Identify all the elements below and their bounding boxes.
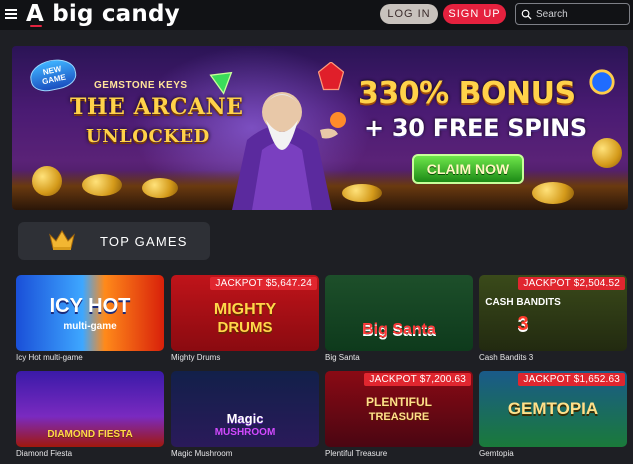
- game-thumbnail[interactable]: Magic MUSHROOM: [171, 371, 319, 447]
- jackpot-badge: JACKPOT $2,504.52: [518, 277, 625, 290]
- claim-now-button[interactable]: CLAIM NOW: [412, 154, 524, 184]
- game-title[interactable]: Plentiful Treasure: [325, 449, 473, 458]
- jackpot-badge: JACKPOT $7,200.63: [364, 373, 471, 386]
- game-title-line2: UNLOCKED: [86, 126, 210, 147]
- game-title[interactable]: Diamond Fiesta: [16, 449, 164, 458]
- blue-gem-icon: [589, 69, 615, 95]
- game-card-diamond-fiesta[interactable]: DIAMOND FIESTA Diamond Fiesta: [16, 371, 164, 458]
- game-card-icy-hot[interactable]: ICY HOT multi-game Icy Hot multi-game: [16, 275, 164, 362]
- game-title[interactable]: Big Santa: [325, 353, 473, 362]
- login-button[interactable]: LOG IN: [380, 4, 438, 24]
- top-header: A big candy LOG IN SIGN UP: [0, 0, 633, 30]
- top-games-label: TOP GAMES: [100, 234, 188, 249]
- site-logo[interactable]: A big candy: [26, 1, 180, 27]
- free-spins-offer: + 30 FREE SPINS: [364, 114, 587, 142]
- jackpot-badge: JACKPOT $5,647.24: [210, 277, 317, 290]
- game-thumbnail[interactable]: JACKPOT $5,647.24 MIGHTY DRUMS: [171, 275, 319, 351]
- game-title[interactable]: Magic Mushroom: [171, 449, 319, 458]
- search-box[interactable]: [515, 3, 630, 25]
- logo-accent: [30, 25, 42, 27]
- bonus-offer: 330% BONUS: [358, 76, 576, 111]
- game-title[interactable]: Gemtopia: [479, 449, 627, 458]
- promo-banner[interactable]: NEW GAME GEMSTONE KEYS THE ARCANE UNLOCK…: [12, 46, 628, 210]
- new-game-badge: NEW GAME: [27, 55, 79, 95]
- game-card-gemtopia[interactable]: JACKPOT $1,652.63 GEMTOPIA Gemtopia: [479, 371, 627, 458]
- game-thumbnail[interactable]: JACKPOT $7,200.63 PLENTIFUL TREASURE: [325, 371, 473, 447]
- search-icon: [521, 9, 532, 20]
- game-thumbnail[interactable]: ICY HOT multi-game: [16, 275, 164, 351]
- game-title[interactable]: Cash Bandits 3: [479, 353, 627, 362]
- game-card-plentiful-treasure[interactable]: JACKPOT $7,200.63 PLENTIFUL TREASURE Ple…: [325, 371, 473, 458]
- page: A big candy LOG IN SIGN UP NEW GAME GEMS…: [0, 0, 633, 464]
- game-thumbnail[interactable]: DIAMOND FIESTA: [16, 371, 164, 447]
- crown-icon: [49, 230, 75, 250]
- top-games-tab[interactable]: TOP GAMES: [18, 222, 210, 260]
- search-input[interactable]: [536, 8, 626, 20]
- game-thumbnail[interactable]: JACKPOT $2,504.52 CASH BANDITS 3: [479, 275, 627, 351]
- jackpot-badge: JACKPOT $1,652.63: [518, 373, 625, 386]
- game-thumbnail[interactable]: Big Santa: [325, 275, 473, 351]
- hamburger-menu-icon[interactable]: [5, 9, 17, 19]
- green-gem-icon: [209, 71, 233, 95]
- game-title[interactable]: Mighty Drums: [171, 353, 319, 362]
- game-card-magic-mushroom[interactable]: Magic MUSHROOM Magic Mushroom: [171, 371, 319, 458]
- game-card-cash-bandits-3[interactable]: JACKPOT $2,504.52 CASH BANDITS 3 Cash Ba…: [479, 275, 627, 362]
- game-thumbnail[interactable]: JACKPOT $1,652.63 GEMTOPIA: [479, 371, 627, 447]
- red-gem-icon: [318, 62, 344, 91]
- game-card-big-santa[interactable]: Big Santa Big Santa: [325, 275, 473, 362]
- game-card-mighty-drums[interactable]: JACKPOT $5,647.24 MIGHTY DRUMS Mighty Dr…: [171, 275, 319, 362]
- game-title[interactable]: Icy Hot multi-game: [16, 353, 164, 362]
- signup-button[interactable]: SIGN UP: [443, 4, 506, 24]
- game-subtitle: GEMSTONE KEYS: [94, 80, 188, 91]
